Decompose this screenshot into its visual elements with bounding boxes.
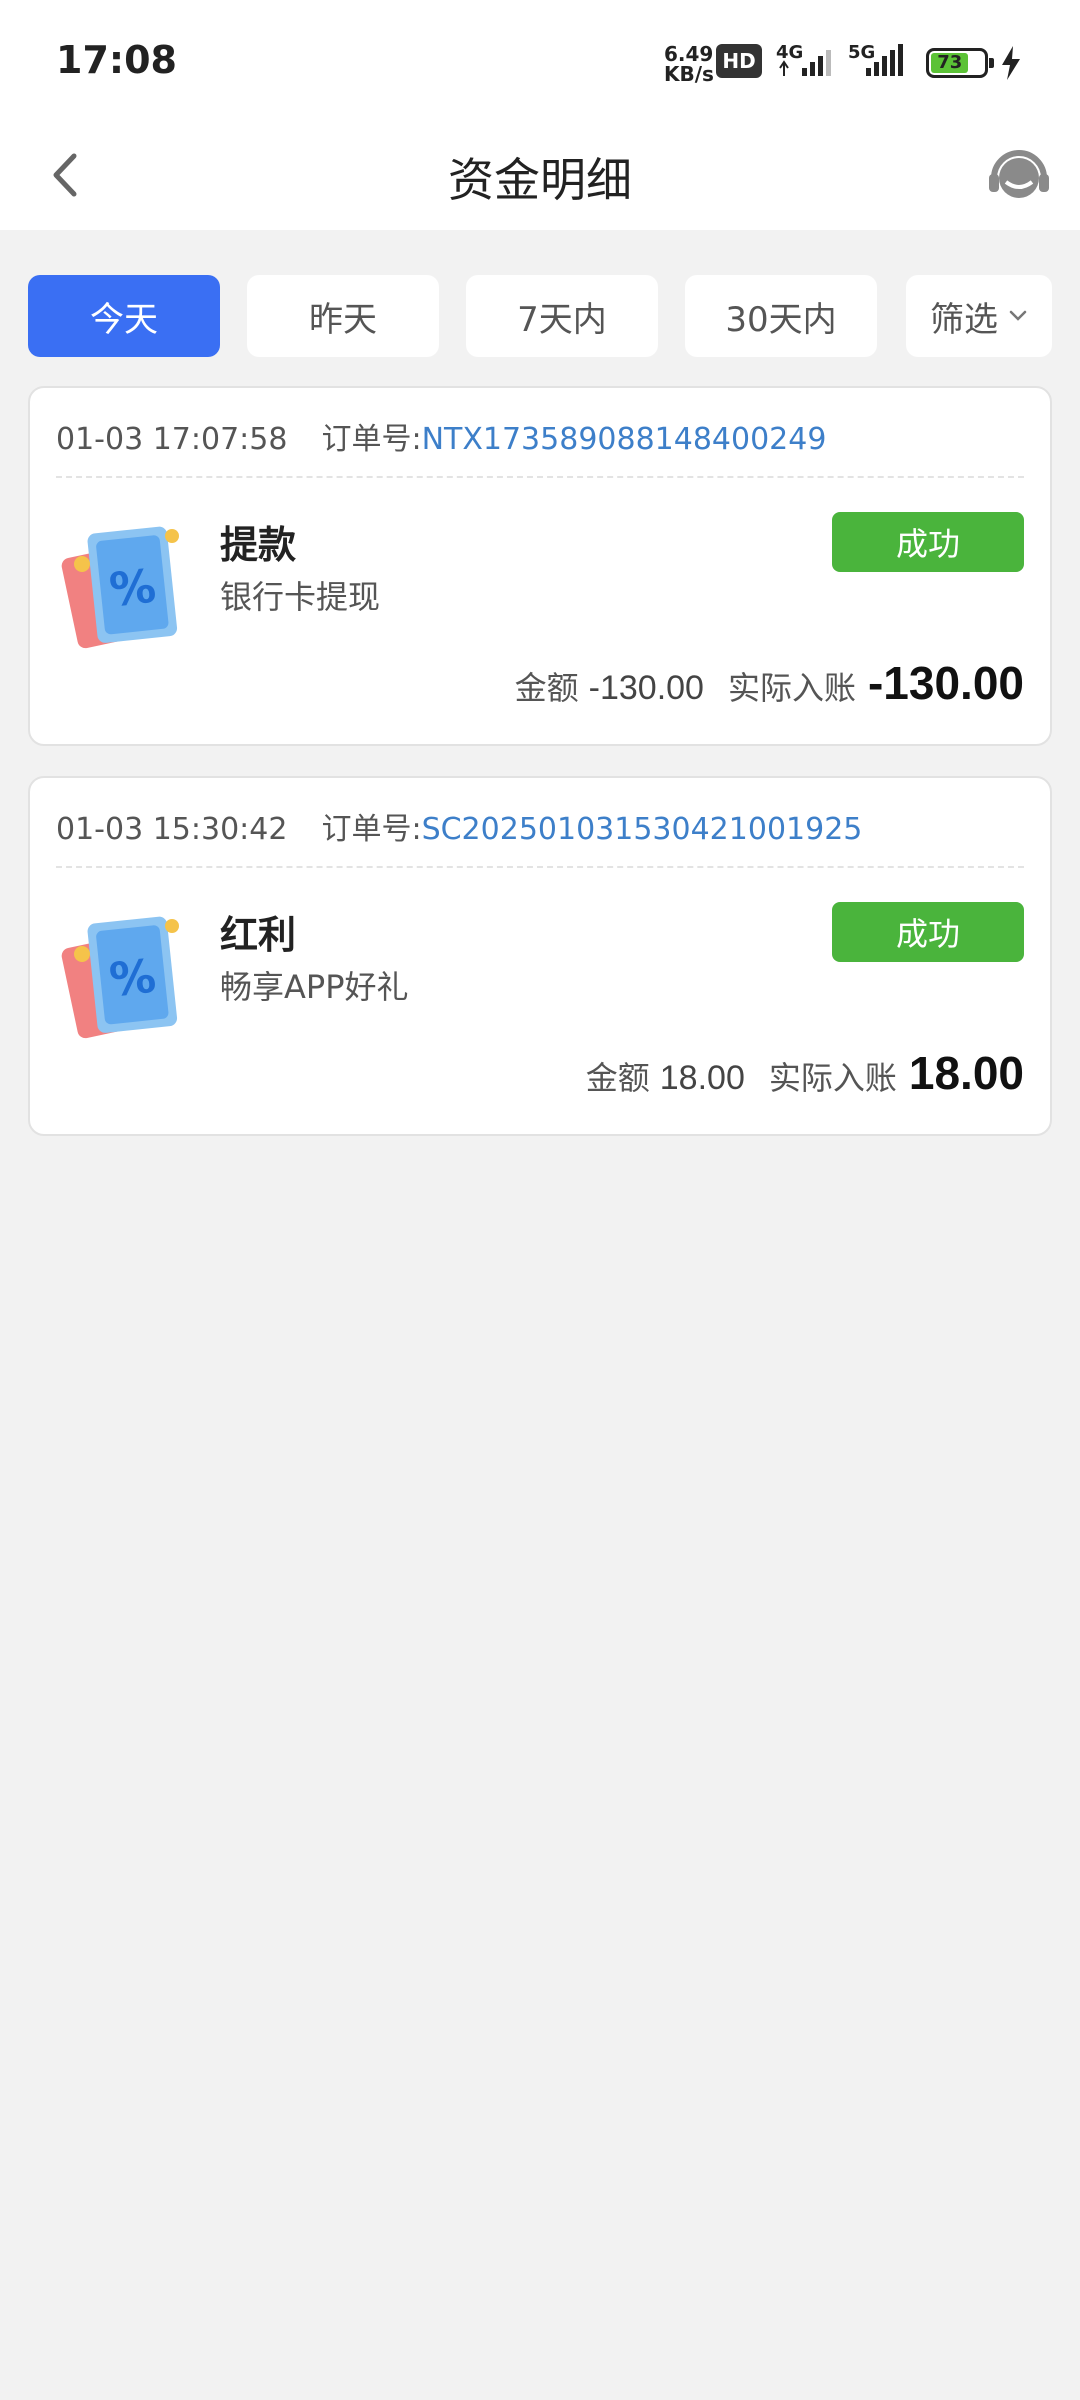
order-number[interactable]: SC202501031530421001925	[422, 812, 863, 847]
tab-30-days[interactable]: 30天内	[685, 275, 877, 357]
amount-label: 金额	[585, 1059, 650, 1097]
amount-value: -130.00	[588, 669, 704, 707]
coupon-icon: %	[61, 526, 179, 649]
svg-text:%: %	[107, 558, 158, 617]
card-header: 01-03 15:30:42 订单号:SC20250103153042100192…	[56, 804, 1024, 864]
card-header: 01-03 17:07:58 订单号:NTX173589088148400249	[56, 414, 1024, 474]
tab-yesterday[interactable]: 昨天	[247, 275, 439, 357]
page-title: 资金明细	[448, 153, 632, 207]
amount-label: 金额	[514, 669, 579, 707]
transaction-datetime: 01-03 17:07:58	[56, 422, 288, 457]
battery-level: 73	[931, 53, 969, 73]
clock: 17:08	[56, 38, 177, 82]
tab-today[interactable]: 今天	[28, 275, 220, 357]
nav-bar: 资金明细	[0, 120, 1080, 230]
date-filter-tabs: 今天 昨天 7天内 30天内 筛选	[28, 275, 1052, 357]
chevron-down-icon	[1009, 310, 1027, 321]
filter-button[interactable]: 筛选	[906, 275, 1052, 357]
transaction-card[interactable]: 01-03 15:30:42 订单号:SC20250103153042100192…	[28, 776, 1052, 1136]
status-bar: 17:08 6.49 KB/s HD 4G 5G 73	[0, 0, 1080, 120]
actual-amount-value: -130.00	[867, 657, 1024, 709]
coupon-icon: %	[61, 916, 179, 1039]
tab-7-days[interactable]: 7天内	[466, 275, 658, 357]
order-label: 订单号:	[321, 812, 422, 847]
transaction-card[interactable]: 01-03 17:07:58 订单号:NTX173589088148400249 …	[28, 386, 1052, 746]
hd-icon: HD	[716, 44, 762, 78]
network-speed-value: 6.49	[664, 42, 714, 66]
transaction-type: 红利	[220, 913, 297, 957]
actual-amount-label: 实际入账	[727, 669, 856, 707]
order-label: 订单号:	[321, 422, 422, 457]
actual-amount-value: 18.00	[908, 1047, 1024, 1099]
transaction-type: 提款	[220, 523, 297, 567]
divider	[56, 476, 1024, 478]
amount-row: 金额 18.00 实际入账 18.00	[586, 1046, 1024, 1100]
status-badge: 成功	[832, 902, 1024, 962]
svg-text:%: %	[107, 948, 158, 1007]
transaction-desc: 畅享APP好礼	[220, 968, 409, 1006]
charging-icon	[1002, 46, 1020, 80]
actual-amount-label: 实际入账	[768, 1059, 897, 1097]
amount-value: 18.00	[659, 1059, 745, 1097]
battery-icon: 73	[926, 48, 994, 78]
filter-label: 筛选	[930, 299, 998, 340]
transaction-datetime: 01-03 15:30:42	[56, 812, 288, 847]
headset-icon	[989, 150, 1049, 198]
network-speed-unit: KB/s	[664, 62, 714, 86]
transaction-desc: 银行卡提现	[220, 578, 381, 616]
customer-service-button[interactable]	[986, 142, 1052, 208]
amount-row: 金额 -130.00 实际入账 -130.00	[515, 656, 1024, 710]
status-badge: 成功	[832, 512, 1024, 572]
order-number[interactable]: NTX173589088148400249	[422, 422, 827, 457]
divider	[56, 866, 1024, 868]
network-speed: 6.49 KB/s	[664, 42, 714, 86]
